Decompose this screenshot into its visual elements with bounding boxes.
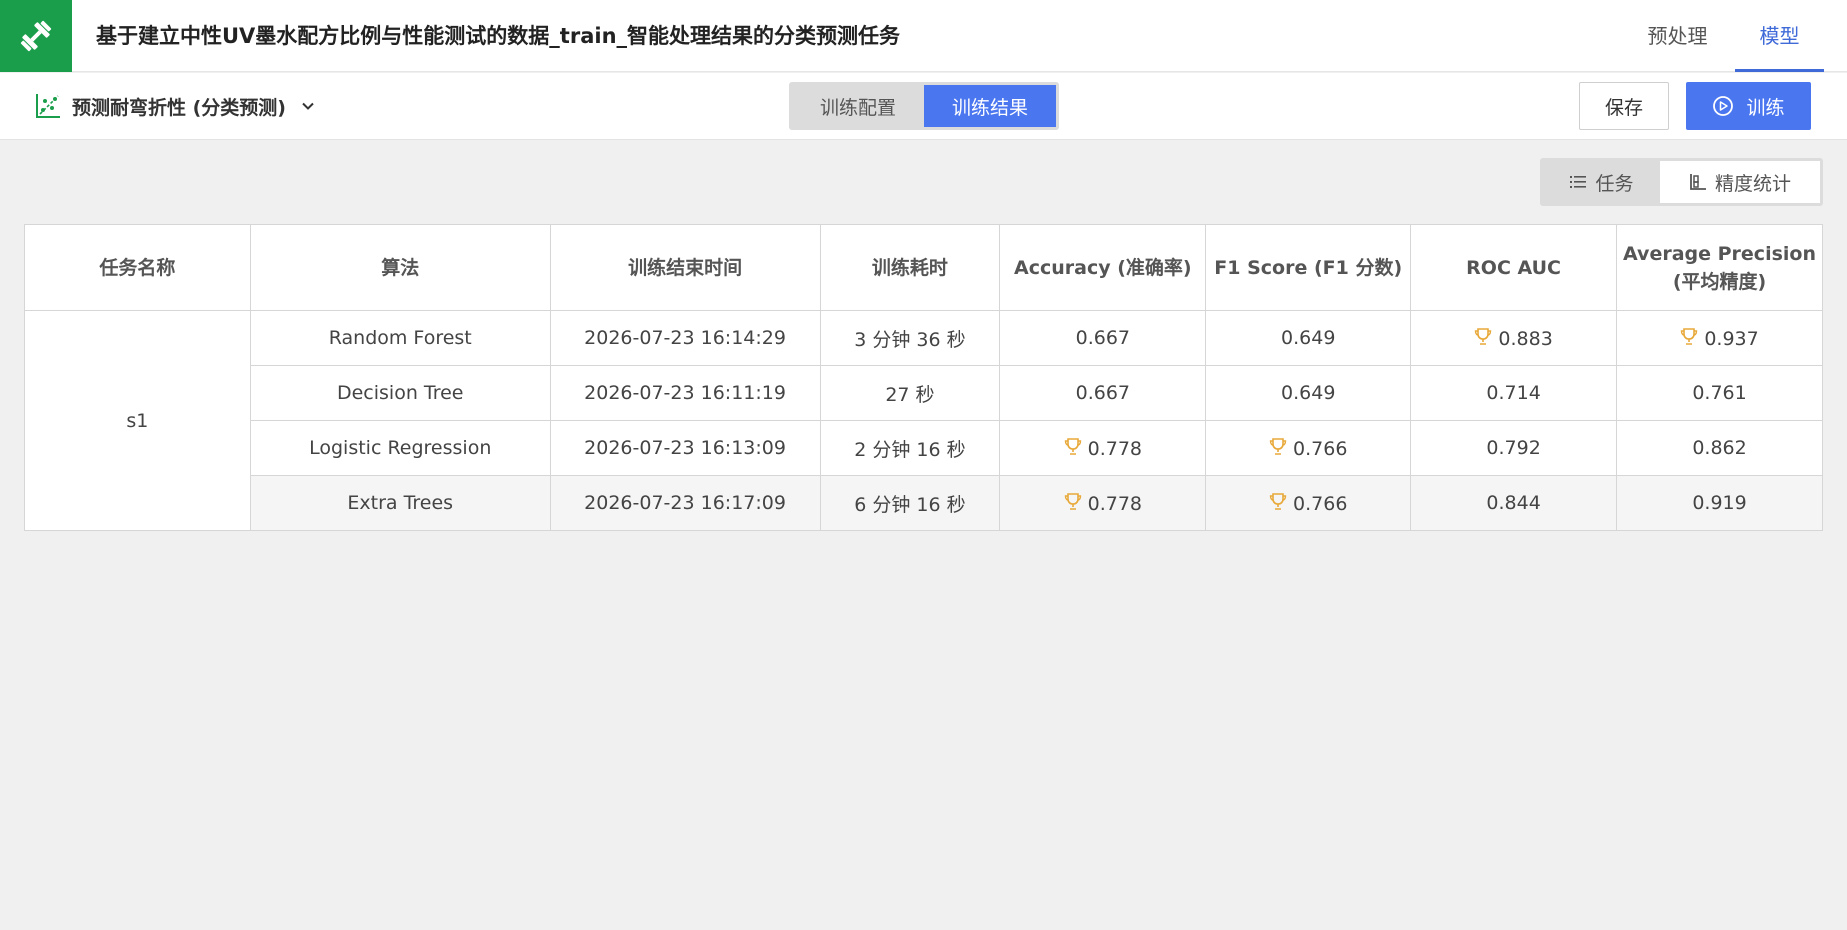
end-time-cell: 2026-07-23 16:17:09 (549, 475, 821, 531)
roc-auc-cell: 0.844 (1410, 475, 1618, 531)
avg-precision-cell: 0.862 (1616, 420, 1823, 476)
column-header: Average Precision (平均精度) (1616, 224, 1823, 311)
avg-precision-cell: 0.919 (1616, 475, 1823, 531)
toolbar: 预测耐弯折性 (分类预测) 训练配置 训练结果 保存 训练 (0, 73, 1847, 140)
play-circle-icon (1713, 96, 1734, 116)
tab-preprocess[interactable]: 预处理 (1620, 0, 1735, 72)
save-button[interactable]: 保存 (1579, 82, 1669, 130)
trophy-icon (1681, 327, 1698, 345)
accuracy-cell: 0.778 (999, 475, 1207, 531)
train-button[interactable]: 训练 (1686, 82, 1811, 130)
trophy-icon (1064, 492, 1081, 510)
f1-cell: 0.649 (1205, 365, 1412, 421)
metric-value: 0.919 (1692, 492, 1747, 514)
duration-cell: 2 分钟 16 秒 (819, 420, 1001, 476)
metric-value: 0.844 (1486, 492, 1541, 514)
table-row: Logistic Regression 2026-07-23 16:13:09 2 … (25, 420, 1823, 476)
trophy-icon (1064, 437, 1081, 455)
accuracy-cell: 0.778 (999, 420, 1207, 476)
f1-cell: 0.766 (1205, 420, 1412, 476)
scatter-chart-icon (36, 94, 60, 118)
metric-value: 0.667 (1075, 327, 1131, 349)
metric-value: 0.761 (1692, 382, 1747, 404)
accuracy-cell: 0.667 (999, 310, 1207, 366)
accuracy-stats-label: 精度统计 (1714, 172, 1791, 195)
task-selector[interactable]: 预测耐弯折性 (分类预测) (34, 89, 316, 123)
view-mode-switch: 训练配置 训练结果 (789, 82, 1059, 130)
task-selector-label: 预测耐弯折性 (分类预测) (72, 96, 286, 119)
tab-training-config[interactable]: 训练配置 (792, 85, 924, 127)
trophy-icon (1269, 437, 1287, 455)
result-view-toggle: 任务 精度统计 (1540, 158, 1823, 206)
f1-cell: 0.766 (1205, 475, 1412, 531)
metric-value: 0.778 (1087, 437, 1143, 460)
chevron-down-icon (302, 102, 314, 110)
task-view-label: 任务 (1595, 172, 1634, 195)
avg-precision-cell: 0.937 (1616, 310, 1823, 366)
column-header: 算法 (249, 224, 551, 311)
tab-model[interactable]: 模型 (1735, 0, 1824, 72)
column-header: 训练结束时间 (549, 224, 821, 311)
metric-value: 0.766 (1293, 437, 1348, 460)
metric-value: 0.937 (1704, 327, 1759, 350)
trophy-icon (1269, 492, 1287, 510)
train-button-label: 训练 (1746, 96, 1785, 119)
metric-value: 0.792 (1486, 437, 1541, 459)
table-row: s1 Random Forest 2026-07-23 16:14:29 3 分钟 3… (24, 310, 1823, 531)
list-icon (1570, 176, 1587, 188)
table-header-row: 任务名称 算法 训练结束时间 训练耗时 Accuracy (准确率) F1 Sc… (24, 224, 1823, 311)
metric-value: 0.714 (1486, 382, 1541, 404)
top-bar: 基于建立中性UV墨水配方比例与性能测试的数据_train_智能处理结果的分类预测… (0, 0, 1847, 72)
roc-auc-cell: 0.883 (1410, 310, 1618, 366)
tab-accuracy-stats[interactable]: 精度统计 (1660, 161, 1820, 203)
end-time-cell: 2026-07-23 16:11:19 (549, 365, 821, 421)
algorithm-cell: Decision Tree (249, 365, 551, 421)
dumbbell-icon (20, 20, 52, 52)
column-header: Accuracy (准确率) (999, 224, 1207, 311)
app-logo (0, 0, 72, 72)
algorithm-cell: Random Forest (249, 310, 551, 366)
results-table: 任务名称 算法 训练结束时间 训练耗时 Accuracy (准确率) F1 Sc… (24, 224, 1823, 531)
tab-training-results[interactable]: 训练结果 (924, 85, 1056, 127)
column-header: ROC AUC (1410, 224, 1618, 311)
duration-cell: 3 分钟 36 秒 (819, 310, 1001, 366)
column-header: F1 Score (F1 分数) (1205, 224, 1412, 311)
algorithm-cell: Extra Trees (249, 475, 551, 531)
metric-value: 0.883 (1498, 327, 1553, 350)
column-header: 任务名称 (24, 224, 251, 311)
page-title: 基于建立中性UV墨水配方比例与性能测试的数据_train_智能处理结果的分类预测… (96, 24, 901, 48)
metric-value: 0.862 (1692, 437, 1747, 459)
avg-precision-cell: 0.761 (1616, 365, 1823, 421)
algorithm-cell: Logistic Regression (249, 420, 551, 476)
metric-value: 0.649 (1281, 382, 1336, 404)
chart-stats-icon (1690, 174, 1706, 190)
column-header-line: Average Precision (1623, 242, 1816, 265)
tab-task-view[interactable]: 任务 (1543, 161, 1660, 203)
metric-value: 0.649 (1281, 327, 1336, 349)
metric-value: 0.778 (1087, 492, 1143, 515)
table-row: Extra Trees 2026-07-23 16:17:09 6 分钟 16 秒 0… (25, 475, 1823, 531)
roc-auc-cell: 0.714 (1410, 365, 1618, 421)
trophy-icon (1475, 327, 1492, 345)
task-name-cell: s1 (24, 310, 251, 531)
end-time-cell: 2026-07-23 16:14:29 (549, 310, 821, 366)
column-header-line: (平均精度) (1672, 270, 1767, 293)
duration-cell: 6 分钟 16 秒 (819, 475, 1001, 531)
column-header: 训练耗时 (819, 224, 1001, 311)
roc-auc-cell: 0.792 (1410, 420, 1618, 476)
table-row: Decision Tree 2026-07-23 16:11:19 27 秒 0.66… (25, 365, 1823, 421)
f1-cell: 0.649 (1205, 310, 1412, 366)
metric-value: 0.766 (1293, 492, 1348, 515)
accuracy-cell: 0.667 (999, 365, 1207, 421)
end-time-cell: 2026-07-23 16:13:09 (549, 420, 821, 476)
metric-value: 0.667 (1075, 382, 1131, 404)
duration-cell: 27 秒 (819, 365, 1001, 421)
